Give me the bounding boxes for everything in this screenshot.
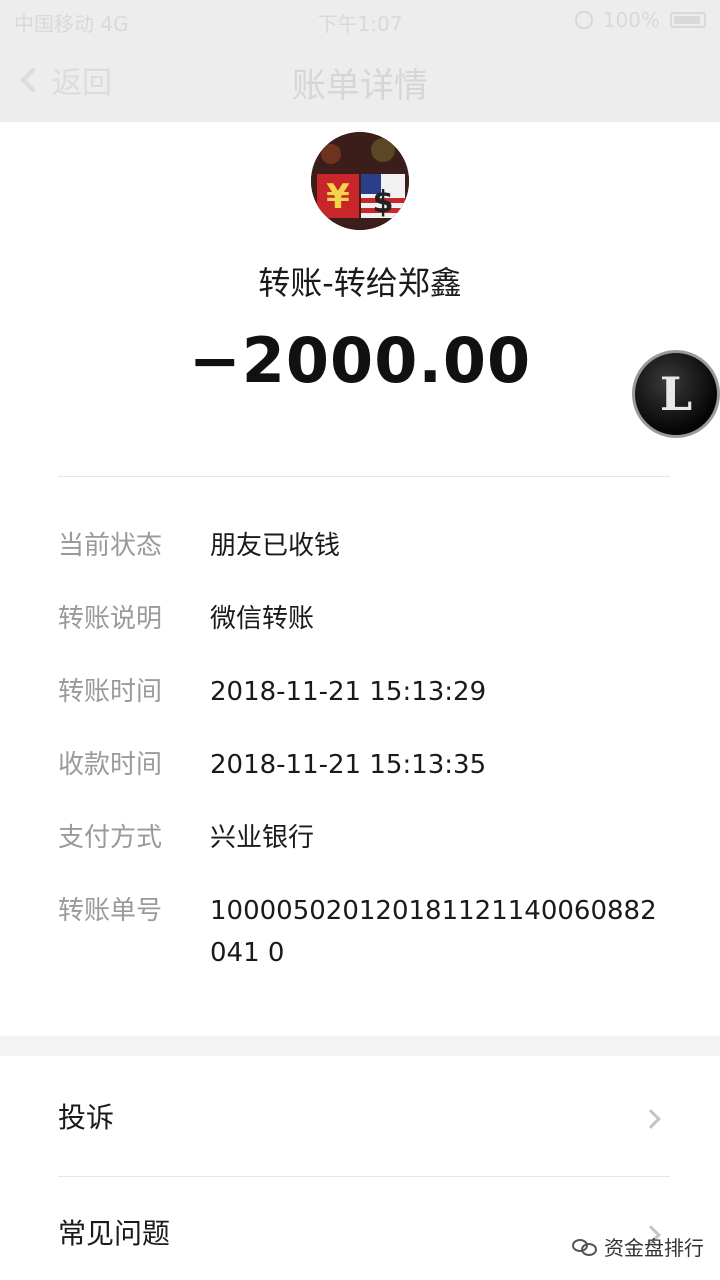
alarm-icon xyxy=(574,11,593,29)
detail-label: 支付方式 xyxy=(58,823,163,853)
detail-label: 转账时间 xyxy=(58,677,163,707)
badge-letter: L xyxy=(659,367,693,421)
detail-value: 2018-11-21 15:13:29 xyxy=(210,677,487,707)
status-bar: 中国移动 4G 下午1:07 100% xyxy=(0,0,720,40)
detail-label: 转账单号 xyxy=(58,896,163,926)
detail-value: 兴业银行 xyxy=(210,823,315,853)
battery-percent: 100% xyxy=(602,8,660,32)
divider xyxy=(58,476,670,477)
detail-value: 2018-11-21 15:13:35 xyxy=(210,750,487,780)
watermark-caption: 资金盘排行 xyxy=(572,1232,704,1261)
svg-text:$: $ xyxy=(373,185,394,220)
watermark-text: 资金盘排行 xyxy=(604,1236,704,1260)
menu-label: 投诉 xyxy=(58,1101,115,1134)
detail-value: 朋友已收钱 xyxy=(210,531,341,561)
svg-text:¥: ¥ xyxy=(326,177,350,217)
nav-bar: 返回 账单详情 xyxy=(0,40,720,122)
chevron-right-icon xyxy=(641,1109,661,1129)
section-gap xyxy=(0,1036,720,1056)
detail-label: 收款时间 xyxy=(58,750,163,780)
status-right: 100% xyxy=(574,8,706,32)
transfer-title: 转账-转给郑鑫 xyxy=(258,264,462,302)
watermark-logo-badge: L xyxy=(632,350,720,438)
currency-avatar-icon: ¥ $ xyxy=(311,132,409,230)
wechat-icon xyxy=(572,1237,598,1257)
transfer-id-text: 100005020120181121140060882041 0 xyxy=(210,896,657,968)
bill-detail-screen: 中国移动 4G 下午1:07 100% 返回 账单详情 ¥ $ 转账-转给郑鑫 xyxy=(0,0,720,1280)
detail-value-transfer-id[interactable]: 100005020120181121140060882041 0 xyxy=(210,890,670,974)
detail-label: 转账说明 xyxy=(58,604,163,634)
battery-icon xyxy=(670,12,706,28)
detail-value: 微信转账 xyxy=(210,604,315,634)
menu-label: 常见问题 xyxy=(58,1217,171,1250)
detail-label: 当前状态 xyxy=(58,531,163,561)
complaint-menu-item[interactable]: 投诉 xyxy=(0,1060,720,1176)
faq-menu-item[interactable]: 常见问题 xyxy=(0,1176,720,1280)
avatar[interactable]: ¥ $ xyxy=(311,132,409,230)
transfer-amount: −2000.00 xyxy=(188,324,532,397)
page-title: 账单详情 xyxy=(292,66,428,106)
